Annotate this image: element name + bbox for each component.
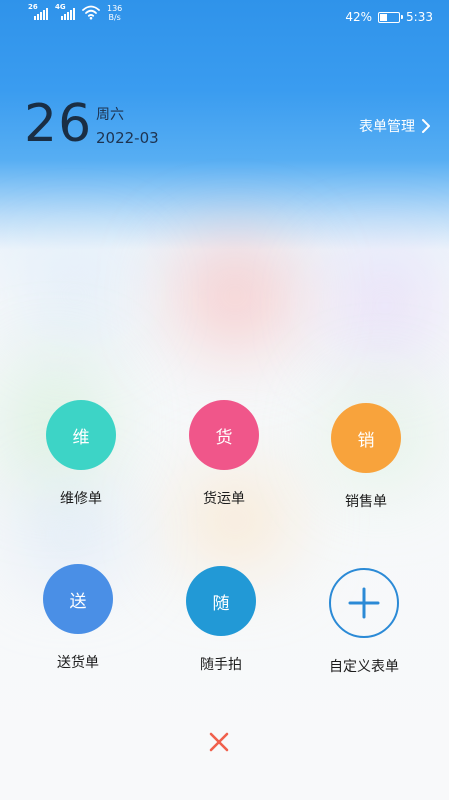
sales-order-label: 销售单 (345, 494, 387, 510)
delivery-order-label: 送货单 (57, 655, 99, 671)
tile-custom-form[interactable]: 自定义表单 (309, 568, 419, 676)
clock-time: 5:33 (406, 10, 433, 24)
sales-order-glyph: 销 (357, 430, 375, 451)
battery-icon (378, 11, 404, 23)
close-button[interactable] (204, 727, 234, 757)
chevron-right-icon (422, 119, 430, 133)
battery-fill (380, 13, 388, 21)
plus-glyph (348, 587, 380, 619)
tile-sales-order[interactable]: 销 销售单 (311, 403, 421, 511)
sales-order-icon: 销 (331, 403, 401, 473)
status-bar: 26 4G 136 B/s 42% 5:33 (0, 0, 449, 36)
freight-order-label: 货运单 (203, 491, 245, 507)
delivery-order-icon: 送 (43, 564, 113, 634)
network-speed-value: 136 (107, 4, 123, 13)
signal-bars (61, 8, 75, 20)
background-blob (175, 240, 295, 350)
signal-icon: 26 (28, 3, 48, 20)
repair-order-icon: 维 (46, 400, 116, 470)
battery-percent: 42% (345, 10, 373, 24)
tile-delivery-order[interactable]: 送 送货单 (23, 564, 133, 672)
background-blob (330, 250, 440, 360)
close-icon (209, 732, 229, 752)
form-manage-link[interactable]: 表单管理 (359, 116, 431, 136)
snapshot-icon: 随 (186, 566, 256, 636)
snapshot-label: 随手拍 (200, 657, 242, 673)
signal-bars (34, 8, 48, 20)
plus-icon (329, 568, 399, 638)
delivery-order-glyph: 送 (69, 591, 87, 612)
background-blob (20, 250, 130, 340)
date-weekday: 周六 (96, 107, 124, 123)
repair-order-glyph: 维 (72, 427, 90, 448)
wifi-icon (82, 5, 100, 20)
signal-icon: 4G (55, 3, 75, 20)
tile-repair-order[interactable]: 维 维修单 (26, 400, 136, 508)
custom-form-label: 自定义表单 (329, 659, 399, 675)
freight-order-icon: 货 (189, 400, 259, 470)
snapshot-glyph: 随 (212, 593, 230, 614)
status-left: 26 4G 136 B/s (28, 3, 122, 22)
tile-freight-order[interactable]: 货 货运单 (169, 400, 279, 508)
form-manage-label: 表单管理 (359, 119, 415, 135)
repair-order-label: 维修单 (60, 491, 102, 507)
network-speed-unit: B/s (108, 13, 121, 22)
network-speed: 136 B/s (107, 4, 122, 22)
tile-snapshot[interactable]: 随 随手拍 (166, 566, 276, 674)
date-year-month: 2022-03 (96, 129, 159, 147)
date-day: 26 (24, 94, 93, 154)
battery-nub (401, 15, 404, 19)
status-right: 42% 5:33 (345, 10, 433, 24)
freight-order-glyph: 货 (215, 427, 233, 448)
